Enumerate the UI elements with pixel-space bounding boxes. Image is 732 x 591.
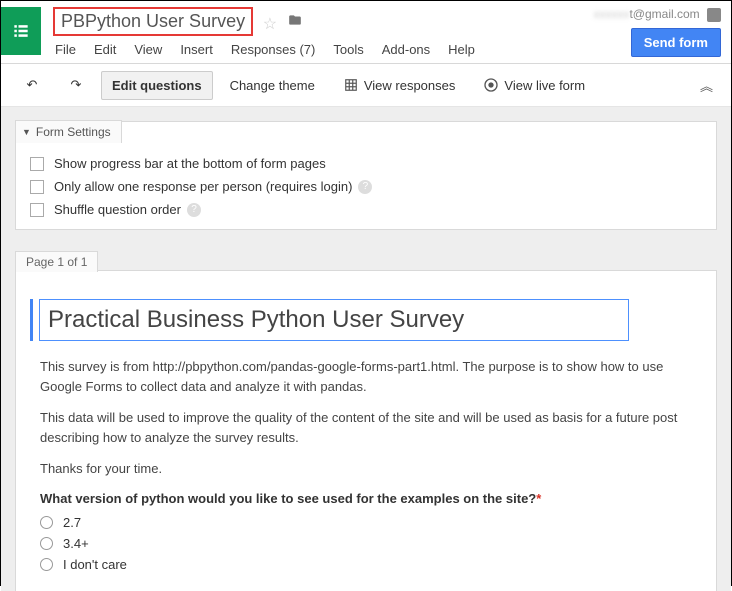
help-icon[interactable]: ? — [358, 180, 372, 194]
triangle-down-icon: ▼ — [22, 127, 31, 137]
setting-one-response[interactable]: Only allow one response per person (requ… — [30, 175, 702, 198]
radio-icon[interactable] — [40, 558, 53, 571]
form-page-card: Page 1 of 1 Practical Business Python Us… — [15, 270, 717, 591]
redo-icon: ↷ — [68, 77, 84, 93]
radio-icon[interactable] — [40, 537, 53, 550]
setting-shuffle[interactable]: Shuffle question order ? — [30, 198, 702, 221]
menu-file[interactable]: File — [55, 42, 76, 57]
undo-icon: ↶ — [24, 77, 40, 93]
app-logo[interactable] — [1, 7, 41, 55]
option-row[interactable]: I don't care — [40, 554, 698, 575]
menu-edit[interactable]: Edit — [94, 42, 116, 57]
menu-view[interactable]: View — [134, 42, 162, 57]
option-row[interactable]: 2.7 — [40, 512, 698, 533]
radio-icon[interactable] — [40, 516, 53, 529]
help-icon[interactable]: ? — [187, 203, 201, 217]
send-form-button[interactable]: Send form — [631, 28, 721, 57]
title-block: PBPython User Survey ☆ File Edit View In… — [53, 7, 593, 63]
view-live-form-button[interactable]: View live form — [472, 70, 596, 100]
grid-icon — [343, 77, 359, 93]
undo-button[interactable]: ↶ — [13, 70, 51, 100]
page-indicator[interactable]: Page 1 of 1 — [15, 251, 98, 272]
option-row[interactable]: 3.4+ — [40, 533, 698, 554]
checkbox-icon[interactable] — [30, 203, 44, 217]
eye-icon — [483, 77, 499, 93]
menubar: File Edit View Insert Responses (7) Tool… — [53, 36, 593, 63]
edit-questions-button[interactable]: Edit questions — [101, 71, 213, 100]
view-responses-button[interactable]: View responses — [332, 70, 467, 100]
change-theme-button[interactable]: Change theme — [219, 71, 326, 100]
doc-title[interactable]: PBPython User Survey — [53, 7, 253, 36]
star-icon[interactable]: ☆ — [263, 16, 277, 33]
question-1-options: 2.7 3.4+ I don't care — [30, 512, 698, 575]
workspace: ▼ Form Settings Show progress bar at the… — [1, 107, 731, 591]
avatar-icon[interactable] — [707, 8, 721, 22]
menu-tools[interactable]: Tools — [333, 42, 363, 57]
header-right: xxxxxxt@gmail.com Send form — [593, 7, 721, 57]
form-description[interactable]: This survey is from http://pbpython.com/… — [30, 357, 698, 479]
collapse-toolbar-button[interactable]: ︽ — [694, 72, 719, 99]
user-email[interactable]: xxxxxxt@gmail.com — [593, 7, 721, 22]
checkbox-icon[interactable] — [30, 157, 44, 171]
setting-progress-bar[interactable]: Show progress bar at the bottom of form … — [30, 152, 702, 175]
form-title-input[interactable]: Practical Business Python User Survey — [39, 299, 629, 341]
menu-responses[interactable]: Responses (7) — [231, 42, 316, 57]
redo-button[interactable]: ↷ — [57, 70, 95, 100]
required-asterisk: * — [536, 491, 541, 506]
folder-icon[interactable] — [287, 14, 303, 30]
menu-addons[interactable]: Add-ons — [382, 42, 430, 57]
header: PBPython User Survey ☆ File Edit View In… — [1, 1, 731, 64]
forms-icon — [11, 21, 31, 41]
form-settings-card: ▼ Form Settings Show progress bar at the… — [15, 121, 717, 230]
menu-insert[interactable]: Insert — [180, 42, 213, 57]
question-1-label[interactable]: What version of python would you like to… — [30, 491, 698, 506]
checkbox-icon[interactable] — [30, 180, 44, 194]
menu-help[interactable]: Help — [448, 42, 475, 57]
form-title-container[interactable]: Practical Business Python User Survey — [30, 299, 698, 341]
toolbar: ↶ ↷ Edit questions Change theme View res… — [1, 64, 731, 107]
form-settings-tab[interactable]: ▼ Form Settings — [15, 120, 122, 143]
